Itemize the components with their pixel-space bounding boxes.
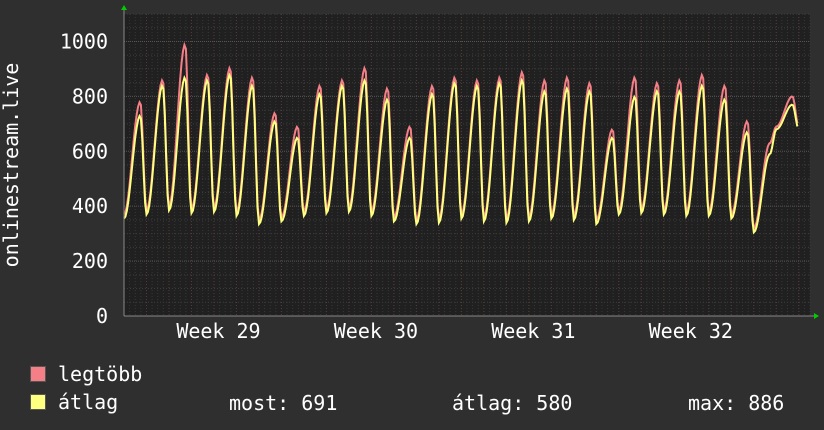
y-tick-label: 200 [72,249,108,273]
y-tick-label: 400 [72,194,108,218]
legend-item-avg: átlag [30,390,119,414]
y-tick-label: 0 [96,304,108,328]
legend-label-max: legtöbb [58,362,143,386]
y-tick-label: 600 [72,139,108,163]
x-tick-label: Week 29 [176,319,260,343]
x-axis-arrow [814,313,819,319]
legend-item-max: legtöbb [30,362,143,386]
x-tick-label: Week 31 [491,319,575,343]
y-axis-title: onlinestream.live [0,63,23,268]
stat-max: max: 886 [688,391,785,415]
legend-swatch-avg [30,394,46,410]
y-tick-label: 800 [72,84,108,108]
stat-avg: átlag: 580 [452,391,573,415]
y-axis-arrow [121,5,127,10]
x-tick-label: Week 30 [334,319,418,343]
legend-label-avg: átlag [58,390,119,414]
y-tick-label: 1000 [60,29,108,53]
legend-swatch-max [30,366,46,382]
x-tick-label: Week 32 [649,319,733,343]
stat-now: most: 691 [229,391,338,415]
